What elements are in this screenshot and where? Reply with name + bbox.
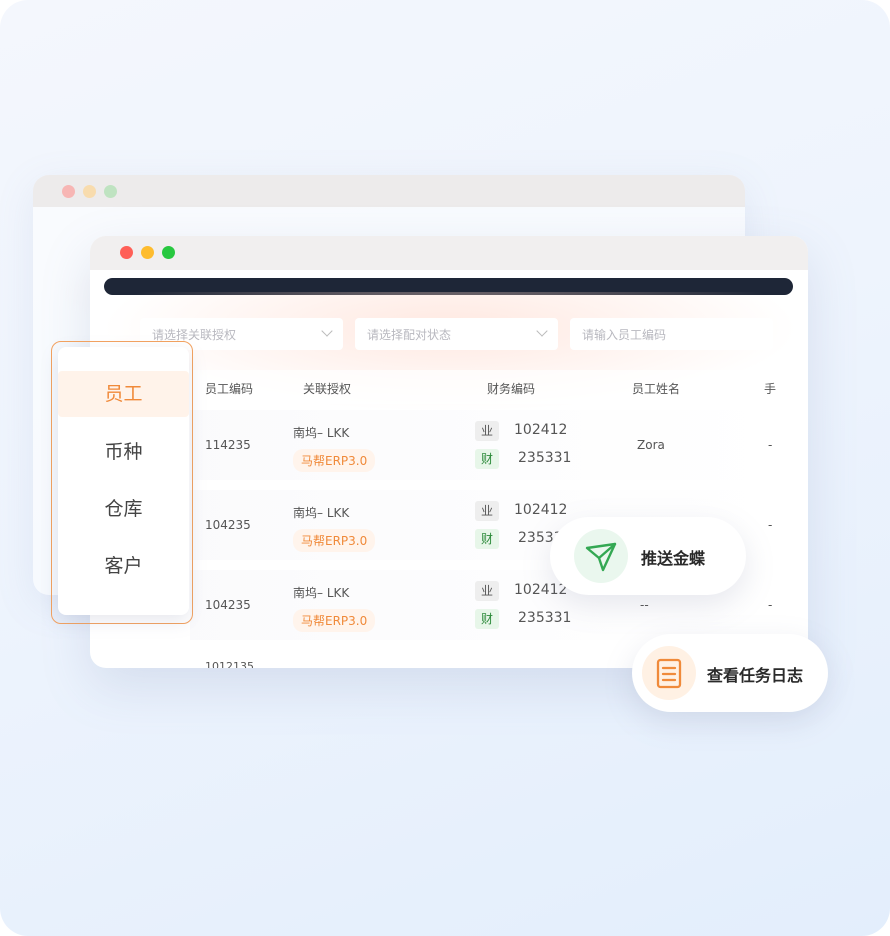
close-dot-icon[interactable] <box>120 246 133 259</box>
employee-code-cell: 104235 <box>205 598 251 612</box>
auth-name-cell: 南坞– LKK <box>293 426 350 440</box>
finance-code-value: 235331 <box>518 450 572 466</box>
view-task-log-button[interactable]: 查看任务日志 <box>632 634 828 712</box>
menu-item-customer[interactable]: 客户 <box>58 543 189 589</box>
finance-code-value: 235331 <box>518 610 572 626</box>
chevron-down-icon <box>321 325 333 337</box>
erp-tag: 马帮ERP3.0 <box>293 529 376 552</box>
employee-code-cell: 114235 <box>205 438 251 452</box>
business-tag: 业 <box>475 421 499 441</box>
business-code-value: 102412 <box>514 582 568 598</box>
maximize-dot-icon[interactable] <box>162 246 175 259</box>
background-window-titlebar <box>33 175 745 207</box>
auth-name-cell: 南坞– LKK <box>293 506 350 520</box>
extra-cell: - <box>768 518 773 532</box>
document-icon <box>642 646 696 700</box>
column-header-more: 手 <box>764 382 777 396</box>
business-tag: 业 <box>475 501 499 521</box>
minimize-dot-icon[interactable] <box>141 246 154 259</box>
view-task-log-label: 查看任务日志 <box>707 666 804 685</box>
status-filter-placeholder: 请选择配对状态 <box>367 327 452 342</box>
erp-tag: 马帮ERP3.0 <box>293 449 376 472</box>
business-code-value: 102412 <box>514 422 568 438</box>
employee-code-input[interactable]: 请输入员工编码 <box>570 318 773 350</box>
menu-item-currency[interactable]: 币种 <box>58 429 189 475</box>
table-header: 员工编码 关联授权 财务编码 员工姓名 手 <box>90 370 808 404</box>
column-header-code: 员工编码 <box>205 382 254 396</box>
close-dot-icon <box>62 185 75 198</box>
main-window: 请选择关联授权 请选择配对状态 请输入员工编码 员工编码 关联授权 财务编码 员… <box>90 236 808 668</box>
push-kingdee-label: 推送金蝶 <box>641 549 706 568</box>
employee-code-placeholder: 请输入员工编码 <box>582 327 667 342</box>
finance-tag: 财 <box>475 529 499 549</box>
finance-tag: 财 <box>475 449 499 469</box>
column-header-name: 员工姓名 <box>632 382 681 396</box>
employee-code-cell: 104235 <box>205 518 251 532</box>
auth-name-cell: 南坞– LKK <box>293 586 350 600</box>
extra-cell: - <box>768 598 773 612</box>
business-code-value: 102412 <box>514 502 568 518</box>
chevron-down-icon <box>536 325 548 337</box>
main-window-titlebar <box>90 236 808 270</box>
paper-plane-icon <box>574 529 628 583</box>
extra-cell: - <box>768 438 773 452</box>
column-header-finance-code: 财务编码 <box>487 382 536 396</box>
finance-tag: 财 <box>475 609 499 629</box>
push-kingdee-button[interactable]: 推送金蝶 <box>550 517 746 595</box>
employee-name-cell: Zora <box>637 438 665 452</box>
menu-item-employee[interactable]: 员工 <box>58 371 189 417</box>
business-tag: 业 <box>475 581 499 601</box>
menu-item-warehouse[interactable]: 仓库 <box>58 486 189 532</box>
minimize-dot-icon <box>83 185 96 198</box>
maximize-dot-icon <box>104 185 117 198</box>
category-menu: 员工 币种 仓库 客户 <box>58 347 189 615</box>
auth-filter-placeholder: 请选择关联授权 <box>152 327 237 342</box>
erp-tag: 马帮ERP3.0 <box>293 609 376 632</box>
employee-code-cell: 1012135 <box>205 660 254 668</box>
column-header-auth: 关联授权 <box>303 382 352 396</box>
table-row[interactable]: 114235 南坞– LKK 马帮ERP3.0 业 102412 财 23533… <box>90 410 780 480</box>
employee-name-cell: -- <box>640 598 649 612</box>
status-filter-select[interactable]: 请选择配对状态 <box>355 318 558 350</box>
